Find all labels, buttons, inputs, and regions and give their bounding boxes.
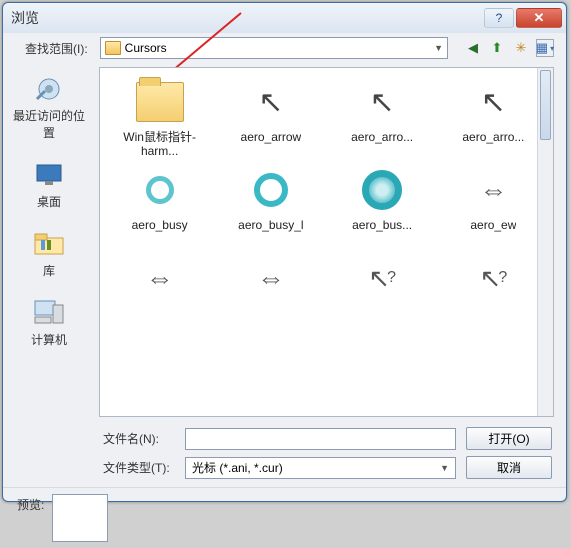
cursor-arrow-icon: ↖ bbox=[258, 78, 283, 126]
back-icon[interactable]: ◀ bbox=[464, 39, 482, 57]
chevron-down-icon: ▼ bbox=[434, 43, 443, 53]
look-in-label: 查找范围(I): bbox=[25, 40, 88, 57]
list-item[interactable]: ⇔ bbox=[106, 254, 213, 334]
list-item[interactable]: ↖? bbox=[440, 254, 547, 334]
places-bar: 最近访问的位置 桌面 库 计算机 bbox=[3, 63, 95, 421]
place-computer[interactable]: 计算机 bbox=[8, 297, 90, 348]
view-menu-icon[interactable]: ▦▾ bbox=[536, 39, 554, 57]
resize-ew-icon: ⇔ bbox=[479, 166, 507, 214]
bottom-controls: 文件名(N): 打开(O) 文件类型(T): 光标 (*.ani, *.cur)… bbox=[3, 421, 566, 483]
place-libraries[interactable]: 库 bbox=[8, 228, 90, 279]
place-recent[interactable]: 最近访问的位置 bbox=[8, 73, 90, 141]
body-area: 最近访问的位置 桌面 库 计算机 Win鼠标指针-harm... ↖aero_a… bbox=[3, 63, 566, 421]
cancel-button[interactable]: 取消 bbox=[466, 456, 552, 479]
help-cursor-icon: ↖? bbox=[368, 254, 396, 302]
libraries-icon bbox=[31, 228, 67, 260]
list-item[interactable]: ↖aero_arrow bbox=[217, 78, 324, 158]
window-title: 浏览 bbox=[7, 8, 484, 28]
help-button[interactable]: ? bbox=[484, 8, 514, 28]
cursor-arrow-icon: ↖ bbox=[370, 78, 395, 126]
place-label: 桌面 bbox=[37, 193, 61, 210]
filetype-combo[interactable]: 光标 (*.ani, *.cur) ▼ bbox=[185, 457, 456, 479]
cursor-arrow-icon: ↖ bbox=[481, 78, 506, 126]
filetype-value: 光标 (*.ani, *.cur) bbox=[192, 459, 283, 476]
recent-icon bbox=[31, 73, 67, 105]
look-in-combo[interactable]: Cursors ▼ bbox=[100, 37, 448, 59]
preview-box bbox=[52, 494, 108, 542]
busy-icon bbox=[254, 173, 288, 207]
folder-icon bbox=[105, 41, 121, 55]
computer-icon bbox=[31, 297, 67, 329]
chevron-down-icon: ▼ bbox=[440, 463, 449, 473]
list-item[interactable]: ↖? bbox=[329, 254, 436, 334]
list-item[interactable]: aero_busy_l bbox=[217, 166, 324, 246]
list-item[interactable]: ↖aero_arro... bbox=[440, 78, 547, 158]
filename-input[interactable] bbox=[185, 428, 456, 450]
open-button[interactable]: 打开(O) bbox=[466, 427, 552, 450]
list-item[interactable]: ⇔aero_ew bbox=[440, 166, 547, 246]
list-item[interactable]: Win鼠标指针-harm... bbox=[106, 78, 213, 158]
place-label: 计算机 bbox=[31, 331, 67, 348]
file-list-pane: Win鼠标指针-harm... ↖aero_arrow ↖aero_arro..… bbox=[99, 67, 554, 417]
preview-row: 预览: bbox=[3, 487, 566, 548]
toolbar: 查找范围(I): Cursors ▼ ◀ ⬆ ✳ ▦▾ bbox=[3, 33, 566, 63]
browse-dialog: 浏览 ? ✕ 查找范围(I): Cursors ▼ ◀ ⬆ ✳ ▦▾ 最近访问的… bbox=[2, 2, 567, 502]
up-folder-icon[interactable]: ⬆ bbox=[488, 39, 506, 57]
preview-label: 预览: bbox=[17, 494, 44, 513]
filename-label: 文件名(N): bbox=[103, 430, 175, 447]
folder-icon bbox=[136, 82, 184, 122]
busy-icon bbox=[362, 170, 402, 210]
desktop-icon bbox=[31, 159, 67, 191]
list-item[interactable]: aero_bus... bbox=[329, 166, 436, 246]
list-item[interactable]: ⇔ bbox=[217, 254, 324, 334]
list-item[interactable]: ↖aero_arro... bbox=[329, 78, 436, 158]
resize-ew-icon: ⇔ bbox=[257, 254, 285, 302]
resize-ew-icon: ⇔ bbox=[146, 254, 174, 302]
toolbar-icons: ◀ ⬆ ✳ ▦▾ bbox=[464, 39, 554, 57]
place-desktop[interactable]: 桌面 bbox=[8, 159, 90, 210]
new-folder-icon[interactable]: ✳ bbox=[512, 39, 530, 57]
look-in-value: Cursors bbox=[125, 41, 167, 55]
filetype-label: 文件类型(T): bbox=[103, 459, 175, 476]
scrollbar-thumb[interactable] bbox=[540, 70, 551, 140]
close-button[interactable]: ✕ bbox=[516, 8, 562, 28]
titlebar: 浏览 ? ✕ bbox=[3, 3, 566, 33]
busy-icon bbox=[146, 176, 174, 204]
list-item[interactable]: aero_busy bbox=[106, 166, 213, 246]
scrollbar[interactable] bbox=[537, 68, 553, 416]
file-grid: Win鼠标指针-harm... ↖aero_arrow ↖aero_arro..… bbox=[100, 68, 553, 344]
place-label: 库 bbox=[43, 262, 55, 279]
place-label: 最近访问的位置 bbox=[8, 107, 90, 141]
help-cursor-icon: ↖? bbox=[480, 254, 508, 302]
